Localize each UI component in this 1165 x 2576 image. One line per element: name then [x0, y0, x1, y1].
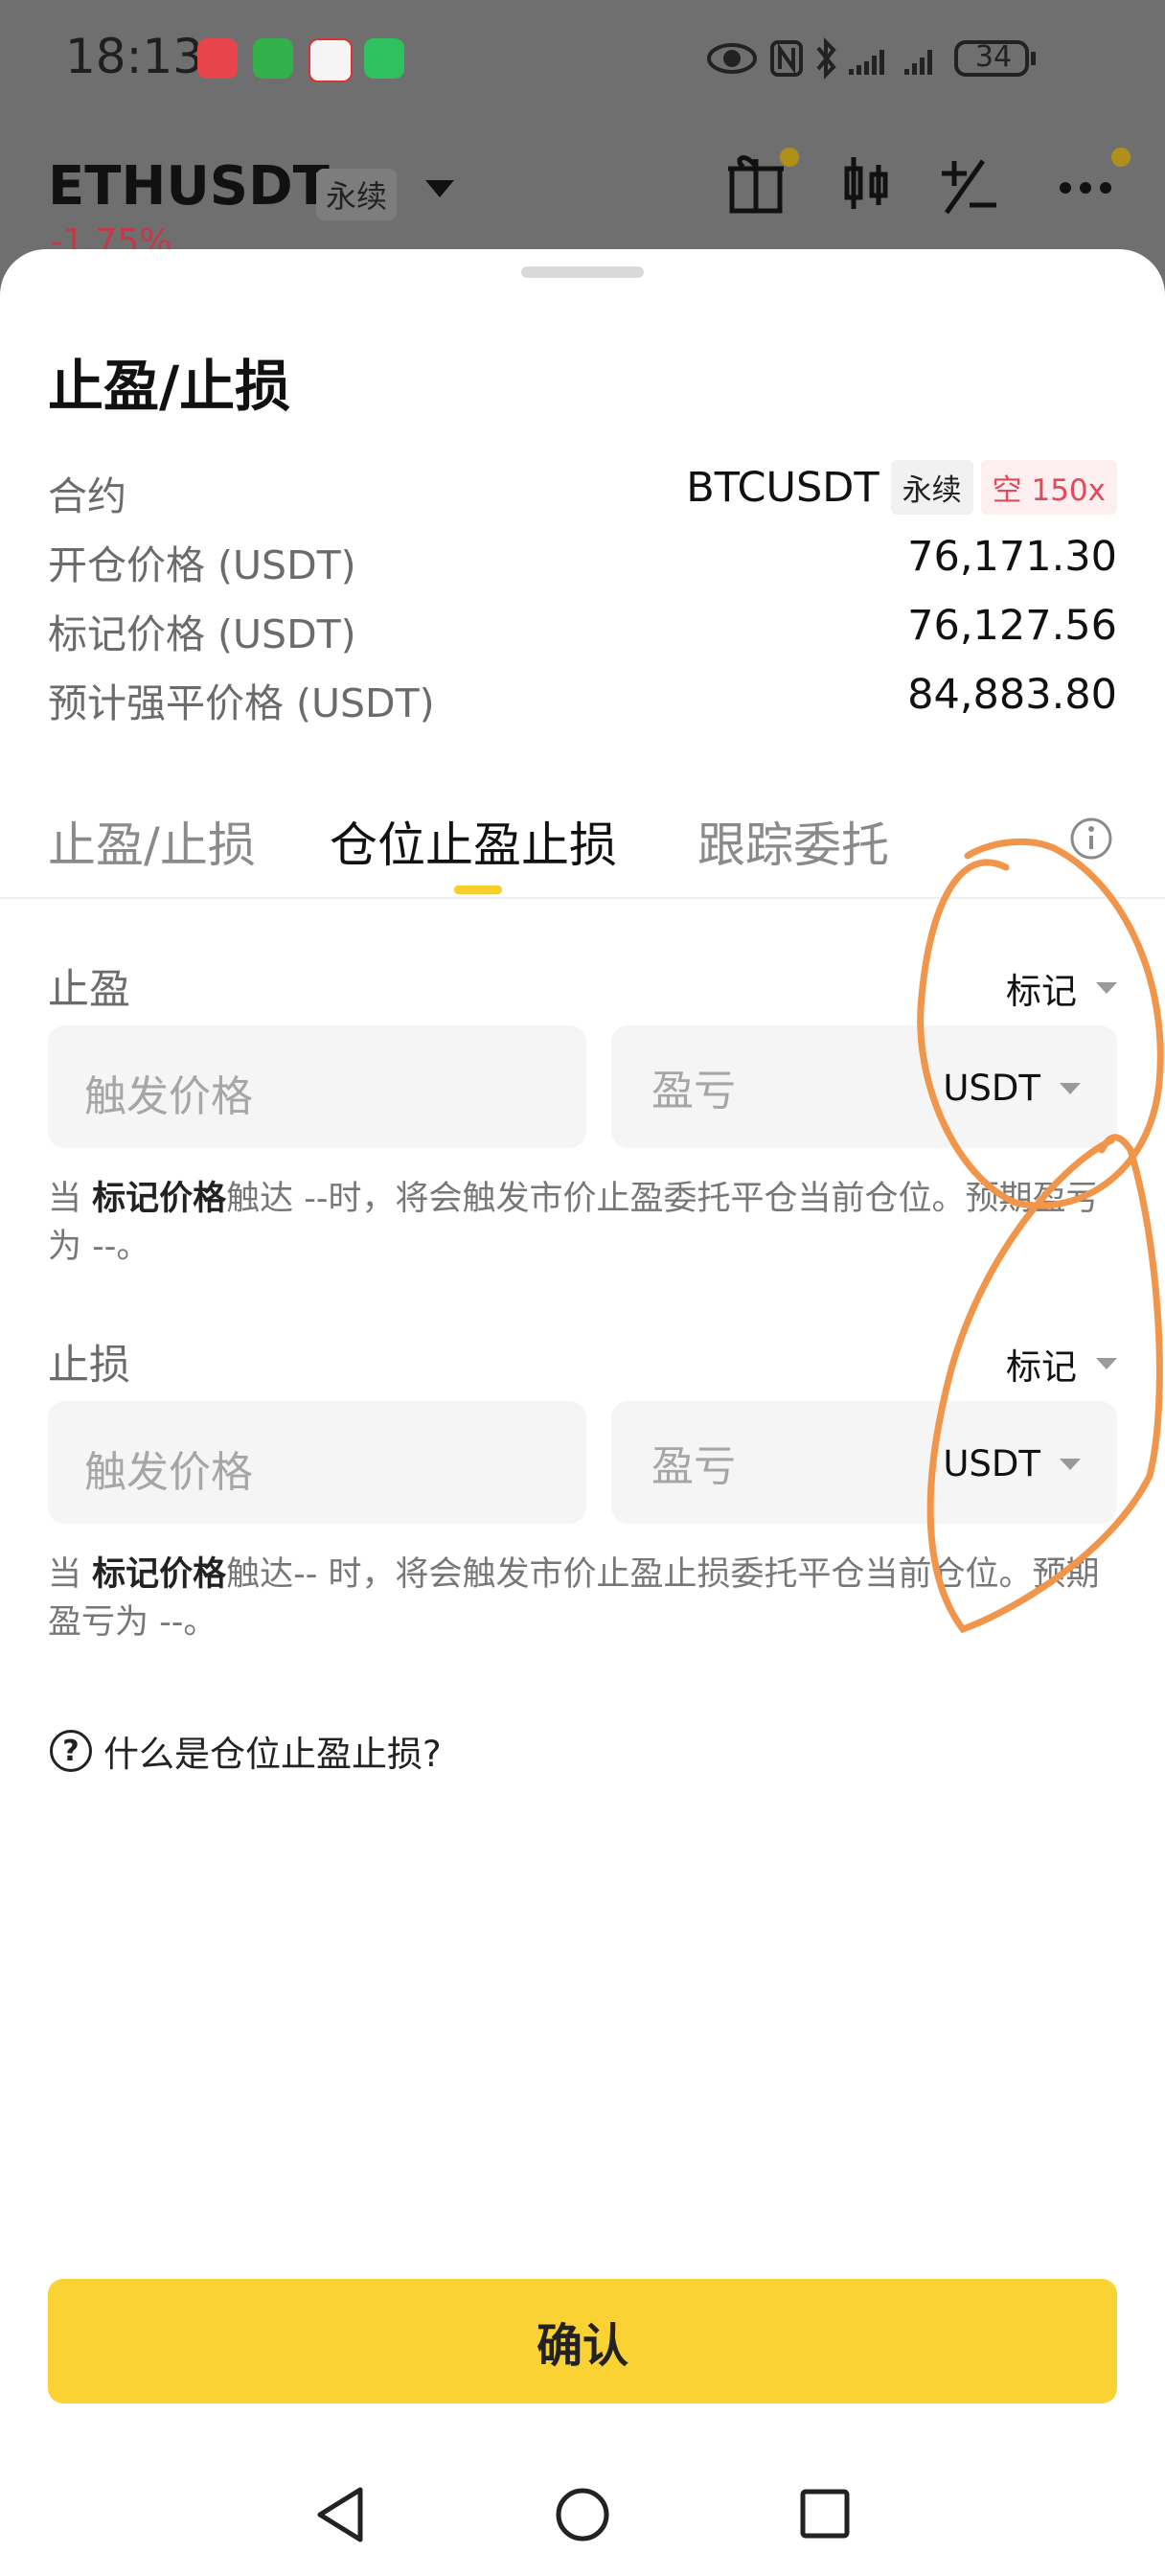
price-type-label: 标记 — [1006, 971, 1077, 1012]
contract-value-group: BTCUSDT 永续 空 150x — [686, 460, 1117, 515]
input-placeholder: 触发价格 — [84, 1448, 253, 1497]
huawei-app-icon — [197, 38, 238, 79]
caret-down-icon — [1096, 982, 1117, 994]
bluetooth-icon — [816, 37, 836, 80]
hint-bold: 标记价格 — [92, 1555, 227, 1594]
entry-price-value: 76,171.30 — [907, 533, 1117, 581]
background-symbol: ETHUSDT — [48, 155, 330, 218]
sheet-drag-handle[interactable] — [521, 266, 644, 278]
contract-symbol: BTCUSDT — [686, 463, 879, 512]
unit-label: USDT — [943, 1068, 1040, 1109]
contract-label: 合约 — [48, 473, 126, 519]
input-placeholder: 触发价格 — [84, 1072, 253, 1121]
take-profit-trigger-input[interactable]: 触发价格 — [48, 1025, 586, 1148]
unit-label: USDT — [943, 1443, 1040, 1484]
game-app-icon — [308, 38, 353, 82]
sheet-title: 止盈/止损 — [48, 354, 291, 419]
tab-tp-sl[interactable]: 止盈/止损 — [48, 807, 256, 876]
question-icon: ? — [50, 1730, 92, 1772]
signal-icon — [849, 50, 932, 75]
position-side-tag: 空 150x — [980, 460, 1117, 515]
home-icon — [556, 2488, 609, 2542]
notification-dot — [1111, 148, 1131, 167]
wechat-app-icon — [364, 38, 404, 79]
take-profit-pnl-input[interactable]: 盈亏 USDT — [611, 1025, 1117, 1148]
tabs-divider — [0, 897, 1165, 899]
notification-dot — [780, 148, 799, 167]
symbol-dropdown-icon[interactable] — [425, 180, 454, 197]
stop-loss-unit-select[interactable]: USDT — [943, 1443, 1081, 1484]
status-time: 18:13 — [65, 29, 204, 84]
hint-bold: 标记价格 — [92, 1180, 227, 1218]
help-link[interactable]: ? 什么是仓位止盈止损? — [50, 1725, 442, 1777]
tab-position-tp-sl[interactable]: 仓位止盈止损 — [330, 807, 617, 876]
eye-icon — [707, 43, 757, 74]
take-profit-label: 止盈 — [48, 966, 130, 1014]
hint-prefix: 当 — [48, 1555, 93, 1594]
help-link-text: 什么是仓位止盈止损? — [103, 1734, 442, 1775]
recents-icon — [800, 2489, 850, 2539]
liquidation-price-value: 84,883.80 — [907, 671, 1117, 719]
stop-loss-pnl-input[interactable]: 盈亏 USDT — [611, 1401, 1117, 1524]
info-icon[interactable] — [1069, 816, 1113, 861]
liquidation-price-label: 预计强平价格 (USDT) — [48, 680, 435, 726]
nfc-icon — [770, 40, 803, 77]
status-icons — [707, 37, 1036, 80]
battery-level: 34 — [974, 40, 1013, 74]
caret-down-icon — [1060, 1082, 1081, 1094]
stop-loss-price-type-select[interactable]: 标记 — [1006, 1338, 1117, 1390]
confirm-button[interactable]: 确认 — [48, 2279, 1117, 2404]
take-profit-price-type-select[interactable]: 标记 — [1006, 962, 1117, 1014]
gift-icon — [728, 155, 784, 214]
back-icon — [317, 2487, 363, 2542]
plus-minus-icon — [942, 159, 996, 215]
hint-prefix: 当 — [48, 1180, 93, 1218]
system-nav-bar — [317, 2487, 850, 2542]
entry-price-label: 开仓价格 (USDT) — [48, 542, 356, 588]
candlestick-icon — [844, 157, 888, 209]
active-tab-indicator — [454, 886, 502, 894]
take-profit-unit-select[interactable]: USDT — [943, 1068, 1081, 1109]
caret-down-icon — [1060, 1458, 1081, 1470]
take-profit-hint: 当 标记价格触达 --时，将会触发市价止盈委托平仓当前仓位。预期盈亏为 --。 — [48, 1175, 1121, 1271]
mark-price-label: 标记价格 (USDT) — [48, 611, 356, 657]
wechat-app-icon — [253, 38, 293, 79]
stop-loss-trigger-input[interactable]: 触发价格 — [48, 1401, 586, 1524]
price-type-label: 标记 — [1006, 1346, 1077, 1388]
caret-down-icon — [1096, 1358, 1117, 1369]
tab-trailing-order[interactable]: 跟踪委托 — [697, 807, 889, 876]
more-icon — [1060, 182, 1111, 194]
mark-price-value: 76,127.56 — [907, 602, 1117, 650]
background-toolbar — [728, 148, 1131, 215]
input-placeholder: 盈亏 — [651, 1442, 736, 1491]
background-contract-tag: 永续 — [316, 169, 398, 220]
stop-loss-label: 止损 — [48, 1342, 130, 1390]
contract-type-tag: 永续 — [890, 460, 973, 515]
input-placeholder: 盈亏 — [651, 1067, 736, 1116]
stop-loss-hint: 当 标记价格触达-- 时，将会触发市价止盈止损委托平仓当前仓位。预期盈亏为 --… — [48, 1551, 1121, 1646]
